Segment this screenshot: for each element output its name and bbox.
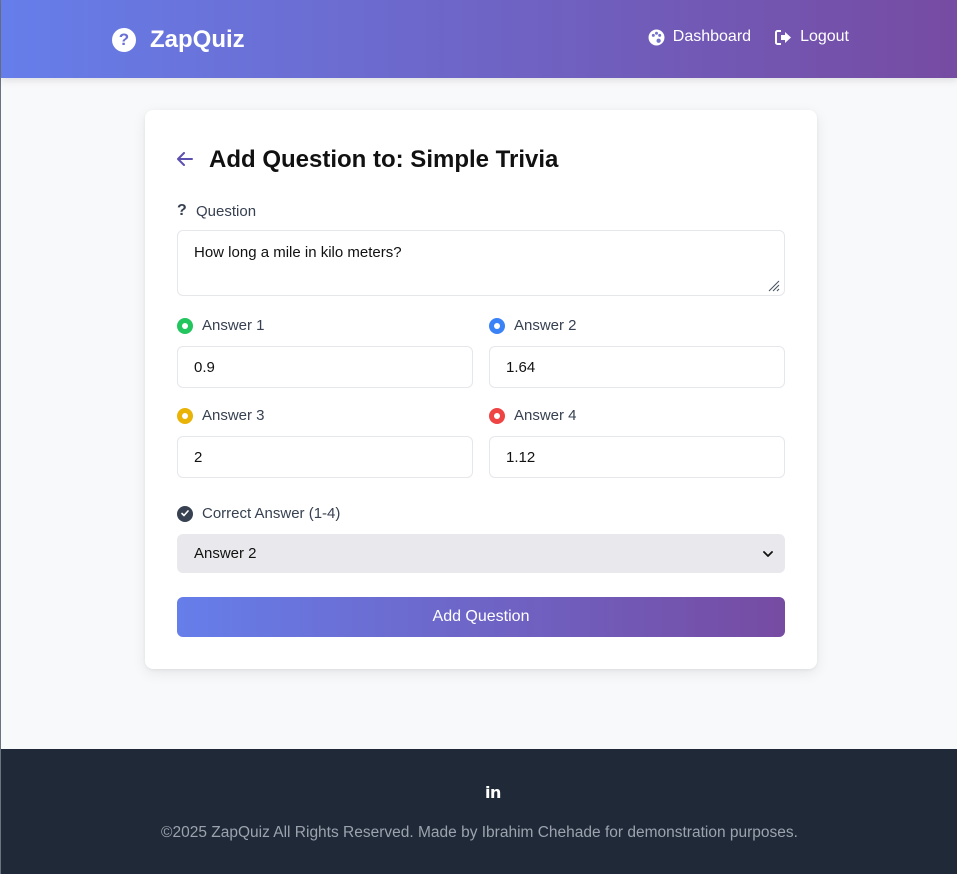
nav-logout-link[interactable]: Logout xyxy=(775,28,849,46)
answer-4-label: Answer 4 xyxy=(489,407,577,424)
answer-1-input[interactable] xyxy=(177,346,473,388)
resize-grip-icon[interactable] xyxy=(768,280,780,292)
brand-logo[interactable]: ? ZapQuiz xyxy=(112,26,245,54)
navbar: ? ZapQuiz Dashboard Logout xyxy=(1,0,957,78)
answer-3-label-text: Answer 3 xyxy=(202,407,265,424)
nav-dashboard-label: Dashboard xyxy=(672,28,752,45)
correct-answer-select[interactable]: Answer 2 xyxy=(177,534,785,573)
correct-answer-selected: Answer 2 xyxy=(194,545,257,562)
arrow-left-icon[interactable] xyxy=(177,151,193,169)
correct-answer-label-text: Correct Answer (1-4) xyxy=(202,505,341,522)
chevron-down-icon xyxy=(763,545,773,562)
answer-3-label: Answer 3 xyxy=(177,407,265,424)
answer-3-input[interactable] xyxy=(177,436,473,478)
answer-4-input[interactable] xyxy=(489,436,785,478)
check-circle-icon xyxy=(177,505,193,522)
question-circle-icon: ? xyxy=(112,28,136,52)
sign-out-icon xyxy=(775,29,792,45)
red-dot-icon xyxy=(489,407,505,424)
add-question-button[interactable]: Add Question xyxy=(177,597,785,637)
brand-name: ZapQuiz xyxy=(150,26,245,53)
copyright-text: ©2025 ZapQuiz All Rights Reserved. Made … xyxy=(161,824,798,841)
question-mark-icon: ? xyxy=(177,202,187,219)
yellow-dot-icon xyxy=(177,407,193,424)
linkedin-icon[interactable]: in xyxy=(485,783,501,802)
answer-2-label: Answer 2 xyxy=(489,317,577,334)
green-dot-icon xyxy=(177,317,193,334)
nav-dashboard-link[interactable]: Dashboard xyxy=(648,28,751,46)
add-question-card: Add Question to: Simple Trivia ? Questio… xyxy=(145,110,817,669)
palette-icon xyxy=(648,29,665,46)
answer-1-label: Answer 1 xyxy=(177,317,265,334)
nav-logout-label: Logout xyxy=(800,28,849,45)
question-label: ? Question xyxy=(177,202,256,220)
answer-4-label-text: Answer 4 xyxy=(514,407,577,424)
footer: in ©2025 ZapQuiz All Rights Reserved. Ma… xyxy=(1,749,957,874)
card-header: Add Question to: Simple Trivia xyxy=(177,146,558,174)
answer-2-label-text: Answer 2 xyxy=(514,317,577,334)
answer-1-label-text: Answer 1 xyxy=(202,317,265,334)
correct-answer-label: Correct Answer (1-4) xyxy=(177,505,340,522)
question-textarea[interactable] xyxy=(177,230,785,296)
question-label-text: Question xyxy=(196,202,257,220)
nav-links: Dashboard Logout xyxy=(648,28,849,46)
blue-dot-icon xyxy=(489,317,505,334)
answer-2-input[interactable] xyxy=(489,346,785,388)
page-title: Add Question to: Simple Trivia xyxy=(209,146,559,173)
